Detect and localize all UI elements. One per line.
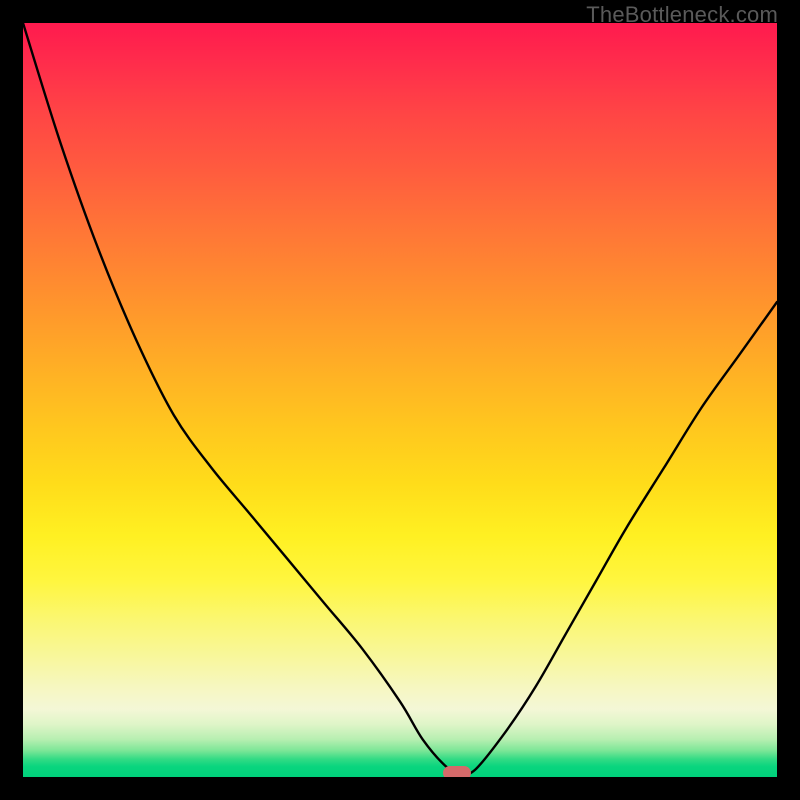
optimum-marker [443, 766, 471, 777]
chart-frame: TheBottleneck.com [0, 0, 800, 800]
watermark-text: TheBottleneck.com [586, 2, 778, 28]
bottleneck-curve [23, 23, 777, 777]
plot-area [23, 23, 777, 777]
